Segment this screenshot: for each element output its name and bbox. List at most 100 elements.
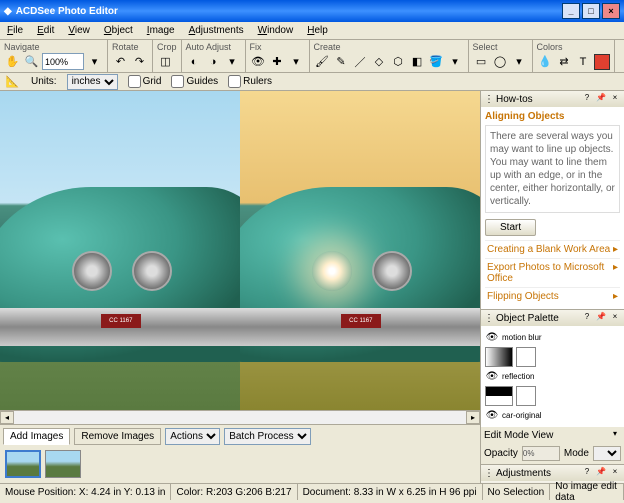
howto-link-3[interactable]: Flipping Objects▸ bbox=[485, 287, 620, 305]
select-dropdown-icon[interactable]: ▾ bbox=[511, 53, 528, 70]
howto-link-1[interactable]: Creating a Blank Work Area▸ bbox=[485, 240, 620, 258]
status-color: Color: R:203 G:206 B:217 bbox=[171, 484, 297, 500]
redeye-icon[interactable]: 👁 bbox=[250, 53, 267, 70]
layer-mask[interactable] bbox=[516, 386, 536, 406]
create-dropdown-icon[interactable]: ▾ bbox=[447, 53, 464, 70]
stamp-icon[interactable]: ⬡ bbox=[390, 53, 407, 70]
color-swatch[interactable] bbox=[594, 54, 610, 70]
thumbnail-1[interactable] bbox=[5, 450, 41, 478]
menu-help[interactable]: Help bbox=[304, 23, 331, 38]
panel-pin-icon[interactable]: 📌 bbox=[595, 467, 607, 479]
image-canvas[interactable]: CC 1167 CC 1167 bbox=[0, 91, 480, 410]
units-select[interactable]: inches bbox=[67, 74, 118, 90]
panel-grip-icon[interactable]: ⋮ bbox=[484, 468, 494, 479]
fix-dropdown-icon[interactable]: ▾ bbox=[288, 53, 305, 70]
panel-grip-icon[interactable]: ⋮ bbox=[484, 94, 494, 105]
thumbnail-2[interactable] bbox=[45, 450, 81, 478]
marquee-icon[interactable]: ▭ bbox=[473, 53, 490, 70]
menu-edit[interactable]: Edit bbox=[34, 23, 57, 38]
shape-icon[interactable]: ◇ bbox=[371, 53, 388, 70]
guides-checkbox[interactable]: Guides bbox=[171, 75, 218, 88]
license-plate: CC 1167 bbox=[101, 314, 141, 328]
panel-help-icon[interactable]: ? bbox=[581, 467, 593, 479]
brush-icon[interactable]: 🖌 bbox=[314, 53, 331, 70]
howto-topic: Aligning Objects bbox=[485, 111, 620, 122]
add-images-button[interactable]: Add Images bbox=[3, 428, 70, 445]
visibility-icon[interactable]: 👁 bbox=[485, 371, 499, 382]
actions-select[interactable]: Actions bbox=[165, 428, 220, 445]
gradient-icon[interactable]: ◧ bbox=[409, 53, 426, 70]
layer-thumb[interactable] bbox=[485, 347, 513, 367]
horizontal-scrollbar[interactable]: ◂ ▸ bbox=[0, 410, 480, 424]
rulers-checkbox[interactable]: Rulers bbox=[228, 75, 272, 88]
panel-pin-icon[interactable]: 📌 bbox=[595, 312, 607, 324]
crop-tool-icon[interactable]: ◫ bbox=[157, 53, 174, 70]
visibility-icon[interactable]: 👁 bbox=[485, 410, 499, 421]
status-edit: No image edit data bbox=[550, 484, 624, 500]
menu-file[interactable]: File bbox=[4, 23, 26, 38]
layer-row[interactable]: 👁 reflection bbox=[485, 369, 620, 384]
tb-create: Create 🖌 ✎ ／ ◇ ⬡ ◧ 🪣 ▾ bbox=[310, 40, 469, 72]
howto-text: There are several ways you may want to l… bbox=[485, 125, 620, 213]
layer-row[interactable]: 👁 motion blur bbox=[485, 330, 620, 345]
line-icon[interactable]: ／ bbox=[352, 53, 369, 70]
menu-view[interactable]: View bbox=[65, 23, 93, 38]
side-panel: ⋮ How-tos ? 📌 × Aligning Objects There a… bbox=[480, 91, 624, 483]
ruler-toggle-icon[interactable]: 📐 bbox=[4, 73, 21, 90]
image-basket: Add Images Remove Images Actions Batch P… bbox=[0, 424, 480, 483]
remove-images-button[interactable]: Remove Images bbox=[74, 428, 161, 445]
rotate-right-icon[interactable]: ↷ bbox=[131, 53, 148, 70]
zoom-input[interactable] bbox=[42, 53, 84, 70]
menu-adjustments[interactable]: Adjustments bbox=[186, 23, 247, 38]
panel-help-icon[interactable]: ? bbox=[581, 93, 593, 105]
before-image: CC 1167 bbox=[0, 91, 240, 410]
pencil-icon[interactable]: ✎ bbox=[333, 53, 350, 70]
opacity-input[interactable] bbox=[522, 446, 560, 461]
visibility-icon[interactable]: 👁 bbox=[485, 332, 499, 343]
layer-thumb[interactable] bbox=[485, 386, 513, 406]
grid-checkbox[interactable]: Grid bbox=[128, 75, 162, 88]
swap-colors-icon[interactable]: ⇄ bbox=[556, 53, 573, 70]
rotate-left-icon[interactable]: ↶ bbox=[112, 53, 129, 70]
panel-grip-icon[interactable]: ⋮ bbox=[484, 313, 494, 324]
howto-link-2[interactable]: Export Photos to Microsoft Office▸ bbox=[485, 258, 620, 287]
menu-window[interactable]: Window bbox=[255, 23, 297, 38]
panel-pin-icon[interactable]: 📌 bbox=[595, 93, 607, 105]
scroll-right-icon[interactable]: ▸ bbox=[466, 411, 480, 424]
tb-select: Select ▭ ◯ ▾ bbox=[469, 40, 533, 72]
start-button[interactable]: Start bbox=[485, 219, 536, 236]
maximize-button[interactable]: □ bbox=[582, 3, 600, 19]
panel-help-icon[interactable]: ? bbox=[581, 312, 593, 324]
window-title: ACDSee Photo Editor bbox=[12, 6, 560, 17]
layer-mask[interactable] bbox=[516, 347, 536, 367]
auto-color-icon[interactable]: ◑ bbox=[205, 53, 222, 70]
hand-tool-icon[interactable]: ✋ bbox=[4, 53, 21, 70]
auto-levels-icon[interactable]: ◐ bbox=[186, 53, 203, 70]
scroll-left-icon[interactable]: ◂ bbox=[0, 411, 14, 424]
minimize-button[interactable]: _ bbox=[562, 3, 580, 19]
main-toolbar: Navigate ✋ 🔍 ▾ Rotate ↶ ↷ Crop ◫ Auto Ad… bbox=[0, 40, 624, 73]
options-bar: 📐 Units: inches Grid Guides Rulers bbox=[0, 73, 624, 91]
zoom-dropdown-icon[interactable]: ▾ bbox=[86, 53, 103, 70]
eyedropper-icon[interactable]: 💧 bbox=[537, 53, 554, 70]
zoom-tool-icon[interactable]: 🔍 bbox=[23, 53, 40, 70]
menu-bar: File Edit View Object Image Adjustments … bbox=[0, 22, 624, 40]
batch-select[interactable]: Batch Process bbox=[224, 428, 311, 445]
layer-row[interactable]: 👁 car-original bbox=[485, 408, 620, 423]
close-button[interactable]: × bbox=[602, 3, 620, 19]
panel-close-icon[interactable]: × bbox=[609, 93, 621, 105]
fill-icon[interactable]: 🪣 bbox=[428, 53, 445, 70]
collapse-icon[interactable]: ▾ bbox=[609, 429, 621, 441]
panel-close-icon[interactable]: × bbox=[609, 312, 621, 324]
auto-dropdown-icon[interactable]: ▾ bbox=[224, 53, 241, 70]
menu-object[interactable]: Object bbox=[101, 23, 136, 38]
text-tool-icon[interactable]: T bbox=[575, 53, 592, 70]
blend-mode-select[interactable] bbox=[593, 446, 621, 461]
heal-icon[interactable]: ✚ bbox=[269, 53, 286, 70]
panel-close-icon[interactable]: × bbox=[609, 467, 621, 479]
status-document: Document: 8.33 in W x 6.25 in H 96 ppi bbox=[298, 484, 483, 500]
lasso-icon[interactable]: ◯ bbox=[492, 53, 509, 70]
object-palette-panel: ⋮ Object Palette ? 📌 × 👁 motion blur 👁 r… bbox=[481, 310, 624, 465]
menu-image[interactable]: Image bbox=[144, 23, 178, 38]
app-icon: ◆ bbox=[4, 6, 12, 17]
